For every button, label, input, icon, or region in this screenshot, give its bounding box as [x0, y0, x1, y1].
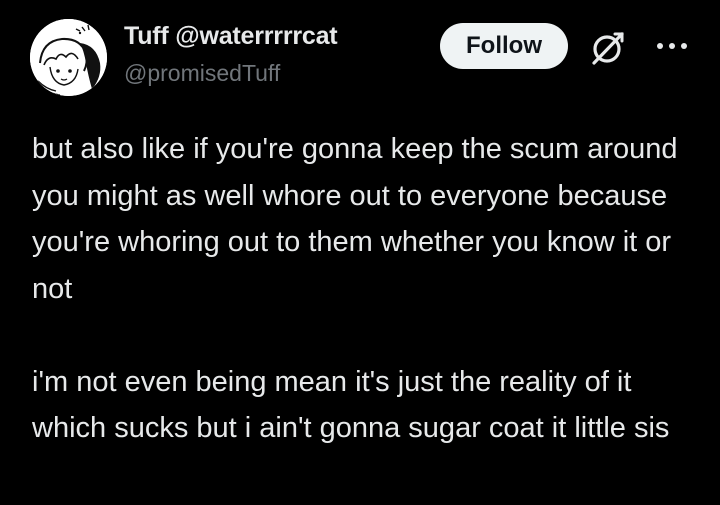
author-display-name[interactable]: Tuff @waterrrrrcat — [124, 22, 338, 51]
avatar[interactable] — [30, 19, 107, 96]
follow-button[interactable]: Follow — [440, 23, 568, 69]
more-options-icon[interactable] — [652, 38, 692, 54]
tweet-paragraph-2: i'm not even being mean it's just the re… — [32, 365, 670, 445]
anime-drawing-avatar-icon — [30, 19, 107, 96]
tweet-text: but also like if you're gonna keep the s… — [32, 126, 702, 452]
tweet-paragraph-1: but also like if you're gonna keep the s… — [32, 133, 678, 305]
author-handle[interactable]: @promisedTuff — [124, 60, 280, 87]
grok-icon[interactable] — [588, 28, 628, 68]
